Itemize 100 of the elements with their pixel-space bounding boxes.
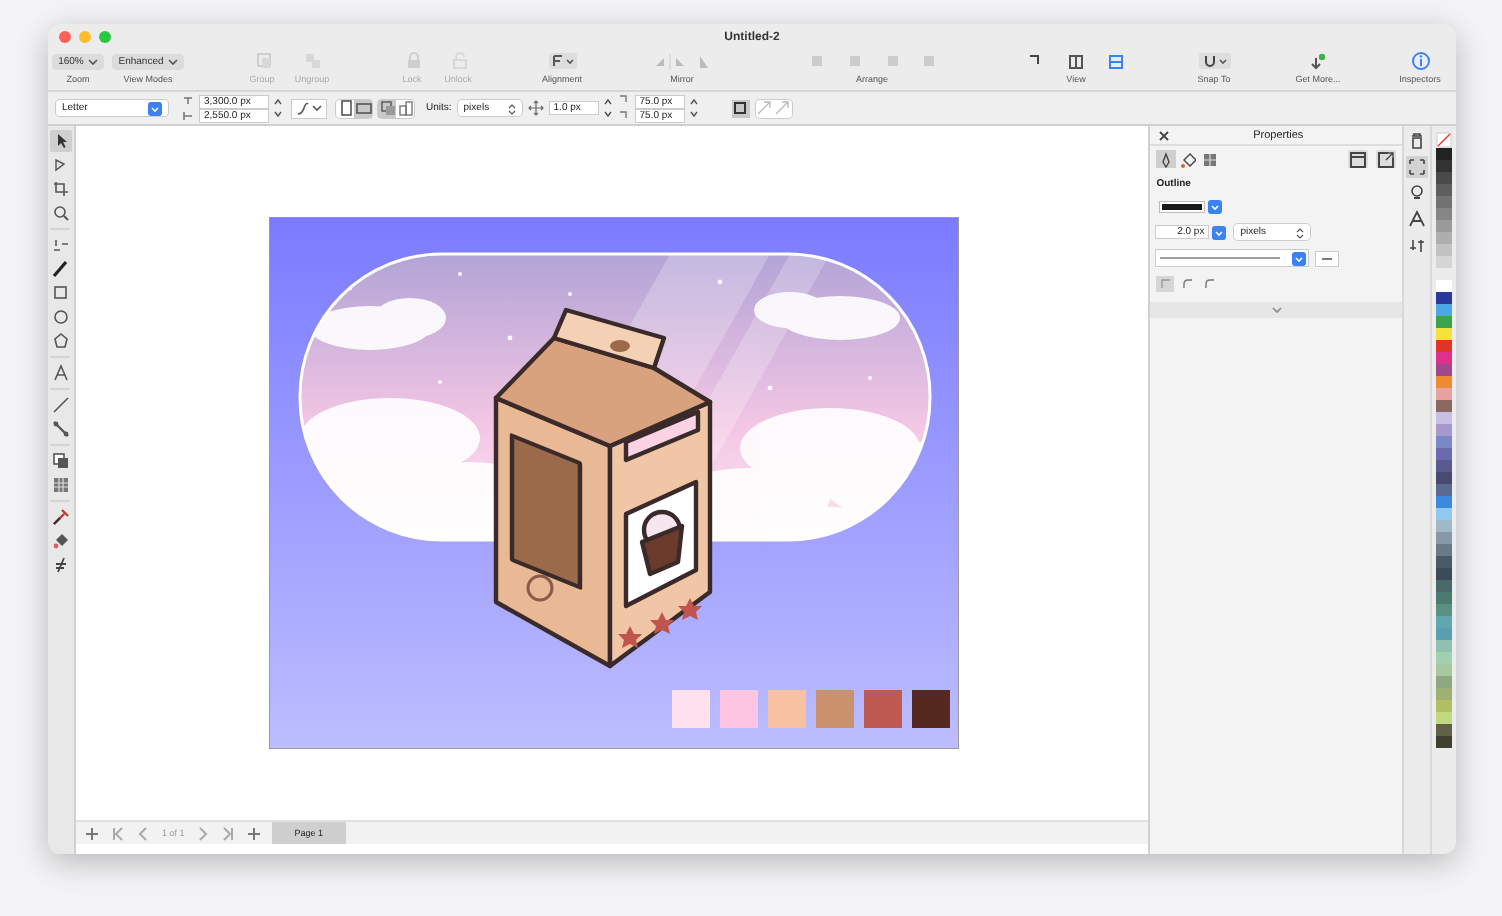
color-swatch[interactable] [1436,700,1452,712]
stepper-icon[interactable] [603,96,612,120]
corner-button[interactable] [1178,276,1197,292]
color-swatch[interactable] [1436,472,1452,484]
color-swatch[interactable] [1436,352,1452,364]
corner-button[interactable] [1156,276,1175,292]
tool-button[interactable] [49,130,72,152]
previous-page-icon[interactable] [135,825,152,841]
color-swatch[interactable] [1436,544,1452,556]
color-swatch[interactable] [1436,388,1452,400]
color-swatch[interactable] [1436,532,1452,544]
color-swatch[interactable] [1436,256,1452,268]
color-swatch[interactable] [1436,616,1452,628]
color-swatch[interactable] [1436,376,1452,388]
panel-tab[interactable] [1200,150,1221,168]
path-dropdown[interactable] [292,99,326,117]
color-swatch[interactable] [1436,232,1452,244]
add-page-icon[interactable] [83,825,100,841]
tool-button[interactable] [49,418,72,440]
first-page-icon[interactable] [109,825,126,841]
color-swatch[interactable] [1436,448,1452,460]
toolbar-icon[interactable] [1411,52,1429,70]
toolbar-icon[interactable] [1028,52,1124,70]
next-page-icon[interactable] [194,825,211,841]
color-swatch[interactable] [1436,316,1452,328]
tool-button[interactable] [49,330,72,352]
color-swatch[interactable] [1436,340,1452,352]
tool-button[interactable] [49,202,72,224]
color-swatch[interactable] [1436,736,1452,748]
tool-button[interactable] [49,258,72,280]
tool-button[interactable] [49,362,72,384]
panel-button[interactable] [1348,150,1369,168]
inspector-button[interactable] [1406,208,1429,230]
inspector-button[interactable] [1406,156,1429,178]
tool-button[interactable] [49,450,72,472]
color-swatch[interactable] [1436,148,1452,160]
color-swatch[interactable] [1436,676,1452,688]
color-swatch[interactable] [1436,184,1452,196]
outline-color-button[interactable] [1160,202,1205,212]
width-height-icon [182,94,194,122]
stepper-icon[interactable] [274,96,282,120]
menu-button-icon[interactable] [547,52,577,70]
color-swatch[interactable] [1436,508,1452,520]
color-swatch[interactable] [1436,580,1452,592]
color-swatch[interactable] [1436,220,1452,232]
color-swatch[interactable] [1436,196,1452,208]
color-swatch[interactable] [1436,400,1452,412]
color-swatch[interactable] [1436,568,1452,580]
color-swatch[interactable] [1436,412,1452,424]
color-swatch[interactable] [1436,292,1452,304]
page-layout-button[interactable] [396,99,414,117]
last-page-icon[interactable] [220,825,237,841]
menu-button-icon[interactable] [1197,52,1231,70]
portrait-button[interactable] [336,99,354,117]
color-swatch[interactable] [1436,640,1452,652]
chevron-icon [148,101,162,115]
page-layout-button[interactable] [378,99,396,117]
transform-button[interactable] [773,99,792,117]
close-icon[interactable] [1158,129,1171,141]
tool-button[interactable] [49,306,72,328]
color-swatch[interactable] [1436,244,1452,256]
color-swatch[interactable] [1436,712,1452,724]
tool-button[interactable] [49,530,72,552]
color-swatch[interactable] [1436,436,1452,448]
color-swatch[interactable] [1436,520,1452,532]
toolbar-icon[interactable] [1310,52,1326,70]
color-swatch[interactable] [1436,664,1452,676]
color-swatch[interactable] [1436,208,1452,220]
color-swatch[interactable] [1436,688,1452,700]
color-swatch[interactable] [1436,592,1452,604]
line-options-button[interactable] [1316,251,1339,265]
dropdown-icon[interactable] [1212,225,1227,239]
corner-button[interactable] [1200,276,1219,292]
color-swatch[interactable] [1436,496,1452,508]
color-swatch[interactable] [1436,604,1452,616]
color-swatch[interactable] [1436,652,1452,664]
color-swatch[interactable] [1436,484,1452,496]
color-swatch[interactable] [1436,160,1452,172]
panel-button[interactable] [1376,150,1397,168]
landscape-button[interactable] [354,99,372,117]
stepper-icon[interactable] [689,96,698,120]
dropdown-icon[interactable] [1208,200,1223,214]
color-swatch[interactable] [1436,172,1452,184]
line-style-dropdown[interactable] [1156,250,1309,266]
color-swatch[interactable] [1436,280,1452,292]
color-swatch[interactable] [1436,628,1452,640]
tool-button[interactable] [49,394,72,416]
color-swatch[interactable] [1436,328,1452,340]
color-swatch[interactable] [1436,724,1452,736]
inspector-button[interactable] [1406,182,1429,204]
no-color-icon[interactable] [1436,132,1452,148]
color-swatch[interactable] [1436,364,1452,376]
updown-icon [507,101,516,115]
frame-icon [732,100,749,116]
color-swatch[interactable] [1436,424,1452,436]
color-swatch[interactable] [1436,304,1452,316]
add-page-icon[interactable] [246,825,263,841]
color-swatch[interactable] [1436,460,1452,472]
align-button[interactable] [731,99,750,117]
color-swatch[interactable] [1436,556,1452,568]
